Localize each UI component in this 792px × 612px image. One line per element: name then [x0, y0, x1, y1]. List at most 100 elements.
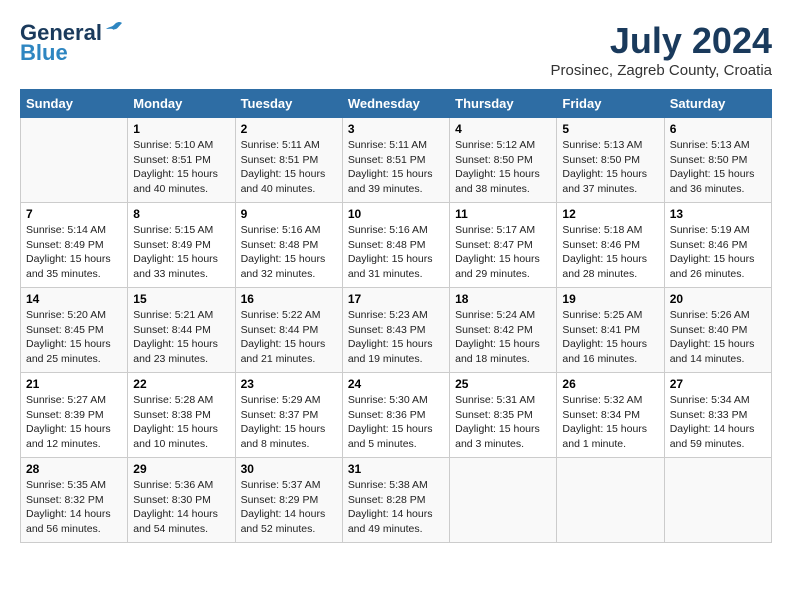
day-number: 17 — [348, 292, 444, 306]
title-area: July 2024 Prosinec, Zagreb County, Croat… — [551, 20, 773, 79]
day-number: 31 — [348, 462, 444, 476]
day-number: 11 — [455, 207, 551, 221]
calendar-cell: 31 Sunrise: 5:38 AM Sunset: 8:28 PM Dayli… — [342, 458, 449, 543]
day-info: Sunrise: 5:37 AM Sunset: 8:29 PM Dayligh… — [241, 478, 337, 537]
calendar-cell — [450, 458, 557, 543]
calendar-cell: 13 Sunrise: 5:19 AM Sunset: 8:46 PM Dayli… — [664, 203, 771, 288]
logo: General Blue — [20, 20, 126, 66]
day-number: 24 — [348, 377, 444, 391]
day-info: Sunrise: 5:12 AM Sunset: 8:50 PM Dayligh… — [455, 138, 551, 197]
calendar-cell: 5 Sunrise: 5:13 AM Sunset: 8:50 PM Daylig… — [557, 118, 664, 203]
day-number: 21 — [26, 377, 122, 391]
page-header: General Blue July 2024 Prosinec, Zagreb … — [20, 20, 772, 79]
calendar-cell: 29 Sunrise: 5:36 AM Sunset: 8:30 PM Dayli… — [128, 458, 235, 543]
calendar-cell: 28 Sunrise: 5:35 AM Sunset: 8:32 PM Dayli… — [21, 458, 128, 543]
calendar-cell: 21 Sunrise: 5:27 AM Sunset: 8:39 PM Dayli… — [21, 373, 128, 458]
day-number: 19 — [562, 292, 658, 306]
weekday-header-wednesday: Wednesday — [342, 90, 449, 118]
day-info: Sunrise: 5:18 AM Sunset: 8:46 PM Dayligh… — [562, 223, 658, 282]
day-number: 15 — [133, 292, 229, 306]
calendar-cell: 23Sunrise: 5:29 AM Sunset: 8:37 PM Dayli… — [235, 373, 342, 458]
day-info: Sunrise: 5:35 AM Sunset: 8:32 PM Dayligh… — [26, 478, 122, 537]
day-number: 18 — [455, 292, 551, 306]
weekday-header-thursday: Thursday — [450, 90, 557, 118]
day-number: 20 — [670, 292, 766, 306]
calendar-cell: 30Sunrise: 5:37 AM Sunset: 8:29 PM Dayli… — [235, 458, 342, 543]
calendar-cell: 18 Sunrise: 5:24 AM Sunset: 8:42 PM Dayli… — [450, 288, 557, 373]
day-info: Sunrise: 5:34 AM Sunset: 8:33 PM Dayligh… — [670, 393, 766, 452]
weekday-header-tuesday: Tuesday — [235, 90, 342, 118]
day-number: 2 — [241, 122, 337, 136]
day-info: Sunrise: 5:27 AM Sunset: 8:39 PM Dayligh… — [26, 393, 122, 452]
calendar-cell: 27 Sunrise: 5:34 AM Sunset: 8:33 PM Dayli… — [664, 373, 771, 458]
day-number: 4 — [455, 122, 551, 136]
day-number: 16 — [241, 292, 337, 306]
day-info: Sunrise: 5:36 AM Sunset: 8:30 PM Dayligh… — [133, 478, 229, 537]
day-info: Sunrise: 5:31 AM Sunset: 8:35 PM Dayligh… — [455, 393, 551, 452]
day-number: 26 — [562, 377, 658, 391]
day-info: Sunrise: 5:32 AM Sunset: 8:34 PM Dayligh… — [562, 393, 658, 452]
day-number: 22 — [133, 377, 229, 391]
week-row-3: 14Sunrise: 5:20 AM Sunset: 8:45 PM Dayli… — [21, 288, 772, 373]
week-row-5: 28 Sunrise: 5:35 AM Sunset: 8:32 PM Dayli… — [21, 458, 772, 543]
day-info: Sunrise: 5:23 AM Sunset: 8:43 PM Dayligh… — [348, 308, 444, 367]
day-info: Sunrise: 5:30 AM Sunset: 8:36 PM Dayligh… — [348, 393, 444, 452]
day-info: Sunrise: 5:38 AM Sunset: 8:28 PM Dayligh… — [348, 478, 444, 537]
day-number: 23 — [241, 377, 337, 391]
logo-bird-icon — [104, 21, 126, 41]
day-info: Sunrise: 5:24 AM Sunset: 8:42 PM Dayligh… — [455, 308, 551, 367]
calendar-cell: 15 Sunrise: 5:21 AM Sunset: 8:44 PM Dayli… — [128, 288, 235, 373]
day-number: 13 — [670, 207, 766, 221]
week-row-2: 7 Sunrise: 5:14 AM Sunset: 8:49 PM Daylig… — [21, 203, 772, 288]
calendar-table: SundayMondayTuesdayWednesdayThursdayFrid… — [20, 89, 772, 543]
week-row-4: 21 Sunrise: 5:27 AM Sunset: 8:39 PM Dayli… — [21, 373, 772, 458]
calendar-cell: 26 Sunrise: 5:32 AM Sunset: 8:34 PM Dayli… — [557, 373, 664, 458]
calendar-cell: 10Sunrise: 5:16 AM Sunset: 8:48 PM Dayli… — [342, 203, 449, 288]
location: Prosinec, Zagreb County, Croatia — [551, 62, 773, 79]
calendar-cell — [21, 118, 128, 203]
week-row-1: 1Sunrise: 5:10 AM Sunset: 8:51 PM Daylig… — [21, 118, 772, 203]
day-info: Sunrise: 5:22 AM Sunset: 8:44 PM Dayligh… — [241, 308, 337, 367]
weekday-header-saturday: Saturday — [664, 90, 771, 118]
day-info: Sunrise: 5:26 AM Sunset: 8:40 PM Dayligh… — [670, 308, 766, 367]
day-info: Sunrise: 5:19 AM Sunset: 8:46 PM Dayligh… — [670, 223, 766, 282]
day-number: 8 — [133, 207, 229, 221]
calendar-cell: 22 Sunrise: 5:28 AM Sunset: 8:38 PM Dayli… — [128, 373, 235, 458]
day-info: Sunrise: 5:28 AM Sunset: 8:38 PM Dayligh… — [133, 393, 229, 452]
calendar-cell: 1Sunrise: 5:10 AM Sunset: 8:51 PM Daylig… — [128, 118, 235, 203]
day-number: 25 — [455, 377, 551, 391]
calendar-cell: 3Sunrise: 5:11 AM Sunset: 8:51 PM Daylig… — [342, 118, 449, 203]
calendar-cell: 16 Sunrise: 5:22 AM Sunset: 8:44 PM Dayli… — [235, 288, 342, 373]
calendar-cell: 8 Sunrise: 5:15 AM Sunset: 8:49 PM Daylig… — [128, 203, 235, 288]
calendar-cell: 6Sunrise: 5:13 AM Sunset: 8:50 PM Daylig… — [664, 118, 771, 203]
day-number: 29 — [133, 462, 229, 476]
day-number: 28 — [26, 462, 122, 476]
day-info: Sunrise: 5:11 AM Sunset: 8:51 PM Dayligh… — [348, 138, 444, 197]
calendar-cell: 11 Sunrise: 5:17 AM Sunset: 8:47 PM Dayli… — [450, 203, 557, 288]
day-info: Sunrise: 5:17 AM Sunset: 8:47 PM Dayligh… — [455, 223, 551, 282]
day-info: Sunrise: 5:11 AM Sunset: 8:51 PM Dayligh… — [241, 138, 337, 197]
day-number: 10 — [348, 207, 444, 221]
day-info: Sunrise: 5:14 AM Sunset: 8:49 PM Dayligh… — [26, 223, 122, 282]
calendar-cell: 19Sunrise: 5:25 AM Sunset: 8:41 PM Dayli… — [557, 288, 664, 373]
day-info: Sunrise: 5:15 AM Sunset: 8:49 PM Dayligh… — [133, 223, 229, 282]
calendar-cell: 24 Sunrise: 5:30 AM Sunset: 8:36 PM Dayli… — [342, 373, 449, 458]
day-number: 7 — [26, 207, 122, 221]
day-number: 9 — [241, 207, 337, 221]
logo-blue-text: Blue — [20, 40, 68, 66]
calendar-cell: 25 Sunrise: 5:31 AM Sunset: 8:35 PM Dayli… — [450, 373, 557, 458]
day-number: 5 — [562, 122, 658, 136]
calendar-cell: 9 Sunrise: 5:16 AM Sunset: 8:48 PM Daylig… — [235, 203, 342, 288]
calendar-cell: 17 Sunrise: 5:23 AM Sunset: 8:43 PM Dayli… — [342, 288, 449, 373]
calendar-cell: 2 Sunrise: 5:11 AM Sunset: 8:51 PM Daylig… — [235, 118, 342, 203]
month-title: July 2024 — [551, 20, 773, 62]
day-info: Sunrise: 5:10 AM Sunset: 8:51 PM Dayligh… — [133, 138, 229, 197]
day-number: 14 — [26, 292, 122, 306]
calendar-cell: 12Sunrise: 5:18 AM Sunset: 8:46 PM Dayli… — [557, 203, 664, 288]
day-info: Sunrise: 5:16 AM Sunset: 8:48 PM Dayligh… — [241, 223, 337, 282]
calendar-cell: 4 Sunrise: 5:12 AM Sunset: 8:50 PM Daylig… — [450, 118, 557, 203]
day-info: Sunrise: 5:13 AM Sunset: 8:50 PM Dayligh… — [562, 138, 658, 197]
day-number: 27 — [670, 377, 766, 391]
day-number: 6 — [670, 122, 766, 136]
day-info: Sunrise: 5:21 AM Sunset: 8:44 PM Dayligh… — [133, 308, 229, 367]
